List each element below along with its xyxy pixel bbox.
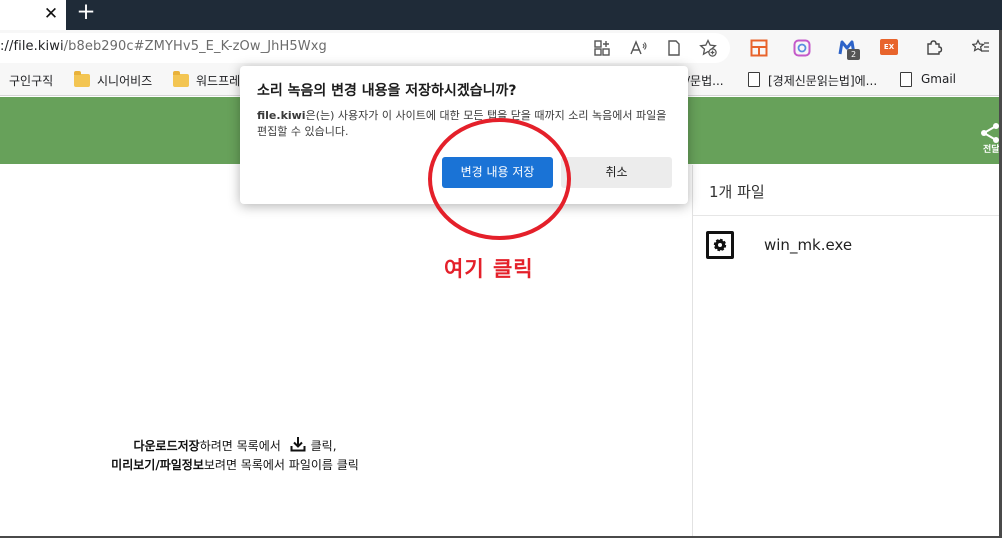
annotation-text: 여기 클릭: [444, 257, 534, 281]
bookmark-gmail[interactable]: Gmail: [921, 72, 956, 86]
file-name[interactable]: win_mk.exe: [764, 236, 852, 254]
instruction-text: 클릭,: [310, 439, 337, 453]
browser-tab[interactable]: ✕: [0, 0, 66, 30]
read-aloud-icon[interactable]: [628, 38, 648, 58]
address-bar[interactable]: ://file.kiwi/b8eb290c#ZMYHv5_E_K-zOw_JhH…: [0, 33, 730, 63]
bookmark-folder[interactable]: 워드프레: [196, 72, 240, 89]
add-favorite-icon[interactable]: [698, 38, 718, 58]
file-count-title: 1개 파일: [709, 183, 765, 201]
url-text[interactable]: ://file.kiwi/b8eb290c#ZMYHv5_E_K-zOw_JhH…: [0, 39, 327, 54]
instruction-bold: 미리보기/파일정보: [111, 458, 204, 472]
apps-icon[interactable]: [592, 38, 612, 58]
download-instructions: 다운로드저장하려면 목록에서 클릭, 미리보기/파일정보보려면 목록에서 파일이…: [80, 435, 390, 475]
new-tab-button[interactable]: +: [74, 0, 98, 26]
document-icon[interactable]: [664, 38, 684, 58]
toolbar: ://file.kiwi/b8eb290c#ZMYHv5_E_K-zOw_JhH…: [0, 30, 1002, 66]
page-icon: [748, 72, 760, 87]
ex-extension-icon[interactable]: EX: [880, 39, 898, 55]
instruction-text: 하려면 목록에서: [199, 439, 281, 453]
camera-extension-icon[interactable]: [793, 39, 811, 57]
bookmark-item[interactable]: 구인구직: [9, 72, 53, 89]
bookmark-item[interactable]: [경제신문읽는법]에...: [768, 72, 877, 89]
folder-icon: [173, 71, 189, 87]
file-list-panel: 1개 파일 win_mk.exe: [692, 165, 1002, 538]
instruction-line-2: 미리보기/파일정보보려면 목록에서 파일이름 클릭: [80, 456, 390, 475]
extension-badge: 2: [847, 49, 860, 60]
dialog-domain: file.kiwi: [257, 109, 306, 122]
bookmark-folder[interactable]: 시니어비즈: [97, 72, 152, 89]
layout-extension-icon[interactable]: [750, 39, 768, 57]
page-icon: [900, 72, 912, 87]
cancel-button[interactable]: 취소: [561, 157, 672, 188]
instruction-bold: 다운로드저장: [133, 439, 200, 453]
instruction-line-1: 다운로드저장하려면 목록에서 클릭,: [80, 435, 390, 456]
url-host: ://file.kiwi: [0, 39, 64, 54]
url-path: /b8eb290c#ZMYHv5_E_K-zOw_JhH5Wxg: [63, 39, 327, 54]
bookmark-item[interactable]: /문법...: [686, 72, 724, 89]
dialog-title: 소리 녹음의 변경 내용을 저장하시겠습니까?: [257, 83, 517, 99]
tab-strip: ✕ +: [0, 0, 1002, 30]
file-settings-icon[interactable]: [706, 231, 734, 259]
annotation-circle: [428, 118, 571, 240]
divider: [693, 215, 1002, 216]
instruction-text: 보려면 목록에서 파일이름 클릭: [203, 458, 359, 472]
extensions-puzzle-icon[interactable]: [925, 38, 943, 56]
folder-icon: [74, 71, 90, 87]
close-tab-icon[interactable]: ✕: [40, 3, 62, 25]
share-label[interactable]: 전달: [983, 142, 1000, 155]
favorites-icon[interactable]: [972, 38, 990, 56]
download-icon: [290, 437, 306, 452]
